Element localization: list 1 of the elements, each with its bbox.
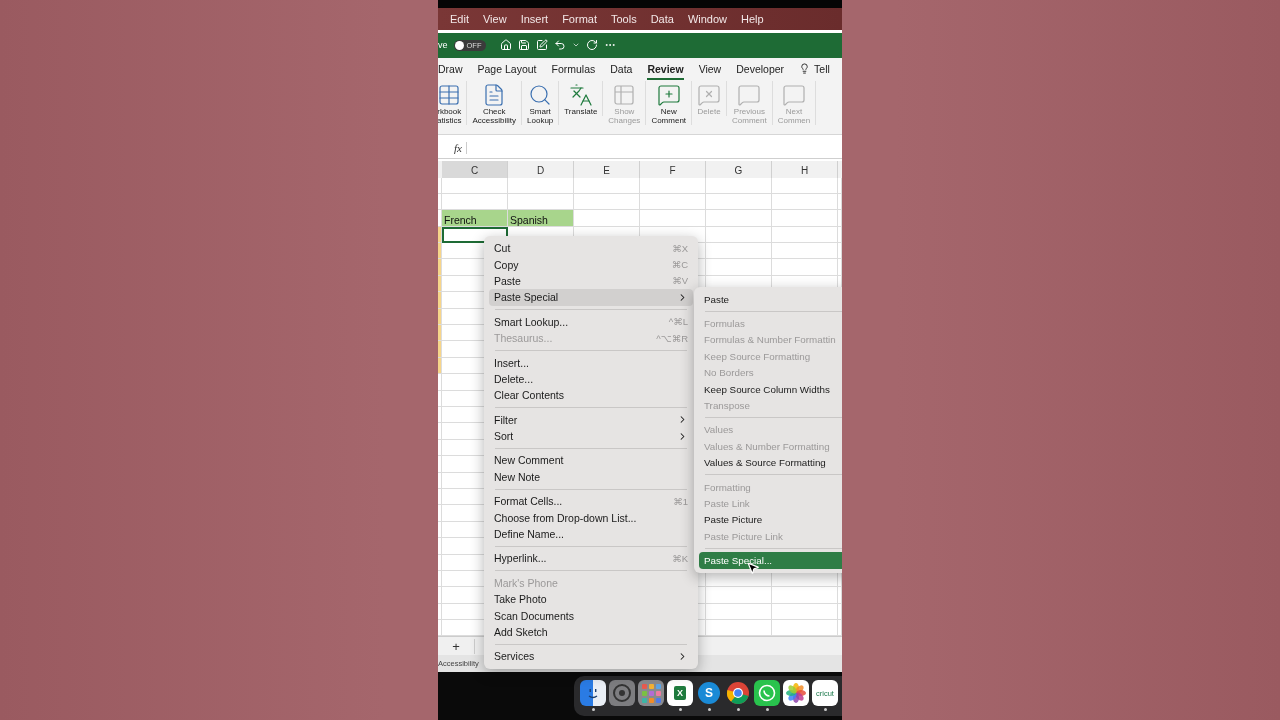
autosave-label: ve <box>438 40 448 51</box>
